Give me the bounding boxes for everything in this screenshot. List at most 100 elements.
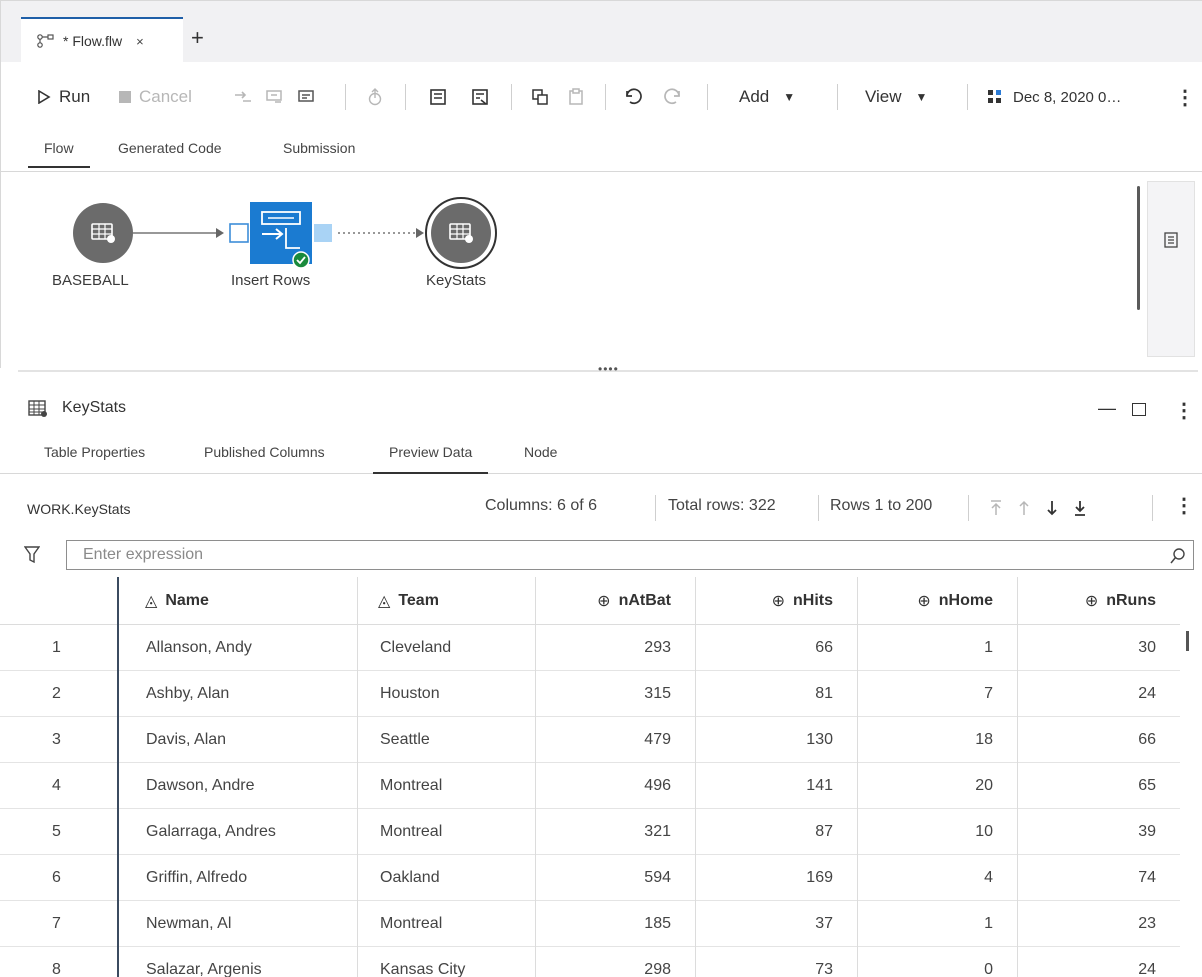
filter-expression-input[interactable] (66, 540, 1194, 570)
save-as-icon (472, 89, 488, 105)
filter-icon[interactable] (24, 546, 40, 564)
run-node-icon (298, 90, 314, 102)
row-number-cell: 2 (0, 671, 118, 717)
row-number-cell: 8 (0, 947, 118, 977)
splitter-handle[interactable]: •••• (598, 362, 619, 376)
column-header-name[interactable]: ◬ Name (118, 577, 358, 625)
previous-page-icon[interactable] (1018, 500, 1030, 516)
properties-icon[interactable] (1164, 232, 1178, 248)
save-button[interactable] (429, 82, 447, 112)
table-row[interactable]: 2 Ashby, Alan Houston 315 81 7 24 (0, 671, 1180, 717)
run-to-node-button[interactable] (233, 82, 253, 112)
undo-button[interactable] (623, 82, 643, 112)
flow-icon (37, 34, 54, 48)
column-header-nhome[interactable]: ⊕ nHome (858, 577, 1018, 625)
copy-button[interactable] (531, 82, 549, 112)
column-header-natbat[interactable]: ⊕ nAtBat (536, 577, 696, 625)
flow-document-tab[interactable]: * Flow.flw × (21, 17, 183, 63)
run-status-button[interactable]: Dec 8, 2020 0… (987, 82, 1121, 112)
table-cell: Montreal (358, 809, 536, 855)
table-cell: Montreal (358, 901, 536, 947)
redo-icon (664, 88, 680, 105)
row-number-header (0, 577, 118, 625)
stop-icon (119, 91, 131, 103)
flow-diagram (73, 197, 497, 269)
tab-table-properties[interactable]: Table Properties (44, 444, 145, 460)
table-row[interactable]: 5 Galarraga, Andres Montreal 321 87 10 39 (0, 809, 1180, 855)
preview-data-bar: WORK.KeyStats Columns: 6 of 6 Total rows… (0, 475, 1202, 535)
tab-preview-data[interactable]: Preview Data (372, 444, 489, 474)
save-as-button[interactable] (471, 82, 489, 112)
paste-icon (569, 88, 583, 105)
table-row[interactable]: 8 Salazar, Argenis Kansas City 298 73 0 24 (0, 947, 1180, 977)
keystats-table-node[interactable] (425, 197, 497, 269)
table-cell: Salazar, Argenis (118, 947, 358, 977)
table-cell: Ashby, Alan (118, 671, 358, 717)
search-icon[interactable] (1170, 548, 1186, 564)
panel-more-icon[interactable]: ⋮ (1174, 398, 1194, 423)
tab-submission[interactable]: Submission (283, 140, 355, 156)
tab-node[interactable]: Node (524, 444, 557, 460)
column-header-label: nAtBat (618, 592, 671, 609)
table-cell: 81 (696, 671, 858, 717)
minimize-icon[interactable]: — (1098, 398, 1116, 419)
column-header-nruns[interactable]: ⊕ nRuns (1018, 577, 1180, 625)
table-row[interactable]: 6 Griffin, Alfredo Oakland 594 169 4 74 (0, 855, 1180, 901)
cancel-button[interactable]: Cancel (119, 82, 192, 112)
tab-flow[interactable]: Flow (28, 140, 89, 168)
table-row[interactable]: 4 Dawson, Andre Montreal 496 141 20 65 (0, 763, 1180, 809)
run-button[interactable]: Run (37, 82, 90, 112)
new-tab-button[interactable]: + (191, 27, 204, 49)
tab-published-columns[interactable]: Published Columns (204, 444, 325, 460)
document-tab-strip: * Flow.flw × + (0, 0, 1202, 63)
filter-bar (0, 535, 1202, 575)
column-header-label: nRuns (1106, 592, 1156, 609)
add-menu-button[interactable]: Add ▼ (739, 82, 795, 112)
column-header-label: Team (398, 592, 439, 609)
column-header-nhits[interactable]: ⊕ nHits (696, 577, 858, 625)
table-cell: 169 (696, 855, 858, 901)
tab-generated-code[interactable]: Generated Code (118, 140, 222, 156)
character-type-icon: ◬ (145, 593, 158, 610)
table-cell: 24 (1138, 961, 1156, 977)
run-from-node-button[interactable] (265, 82, 285, 112)
redo-button[interactable] (663, 82, 683, 112)
table-cell: Newman, Al (118, 901, 358, 947)
node-label-keystats: KeyStats (426, 272, 487, 289)
close-tab-icon[interactable]: × (136, 34, 144, 49)
insert-rows-node[interactable] (250, 202, 312, 269)
table-icon (28, 400, 47, 417)
table-cell: 74 (1138, 869, 1156, 886)
total-rows: Total rows: 322 (668, 497, 776, 514)
publish-button[interactable] (367, 82, 383, 112)
output-port[interactable] (314, 224, 332, 242)
table-row[interactable]: 7 Newman, Al Montreal 185 37 1 23 (0, 901, 1180, 947)
properties-side-panel[interactable] (1147, 181, 1195, 357)
column-header-label: nHome (938, 592, 993, 609)
baseball-table-node[interactable] (73, 203, 133, 263)
table-cell: 315 (536, 671, 696, 717)
table-cell: 4 (858, 855, 1018, 901)
first-page-icon[interactable] (990, 500, 1002, 516)
last-page-icon[interactable] (1074, 500, 1086, 516)
more-options-icon[interactable]: ⋮ (1175, 82, 1195, 112)
table-row[interactable]: 3 Davis, Alan Seattle 479 130 18 66 (0, 717, 1180, 763)
maximize-icon[interactable] (1132, 403, 1146, 416)
table-scrollbar[interactable] (1186, 631, 1189, 651)
view-menu-button[interactable]: View ▼ (865, 82, 927, 112)
separator (818, 495, 819, 521)
numeric-type-icon: ⊕ (597, 593, 611, 610)
table-header-row: ◬ Name ◬ Team ⊕ nAtBat ⊕ nHits ⊕ nHome ⊕… (0, 577, 1180, 625)
table-row[interactable]: 1 Allanson, Andy Cleveland 293 66 1 30 (0, 625, 1180, 671)
column-header-team[interactable]: ◬ Team (358, 577, 536, 625)
table-cell: 23 (1138, 915, 1156, 932)
input-port[interactable] (229, 223, 249, 243)
paste-button[interactable] (567, 82, 585, 112)
next-page-icon[interactable] (1046, 500, 1058, 516)
toolbar-separator (837, 84, 838, 110)
run-node-button[interactable] (297, 82, 317, 112)
canvas-scrollbar[interactable] (1137, 186, 1140, 310)
data-more-icon[interactable]: ⋮ (1174, 493, 1194, 518)
columns-count[interactable]: Columns: 6 of 6 (485, 497, 597, 515)
view-label: View (865, 87, 902, 106)
